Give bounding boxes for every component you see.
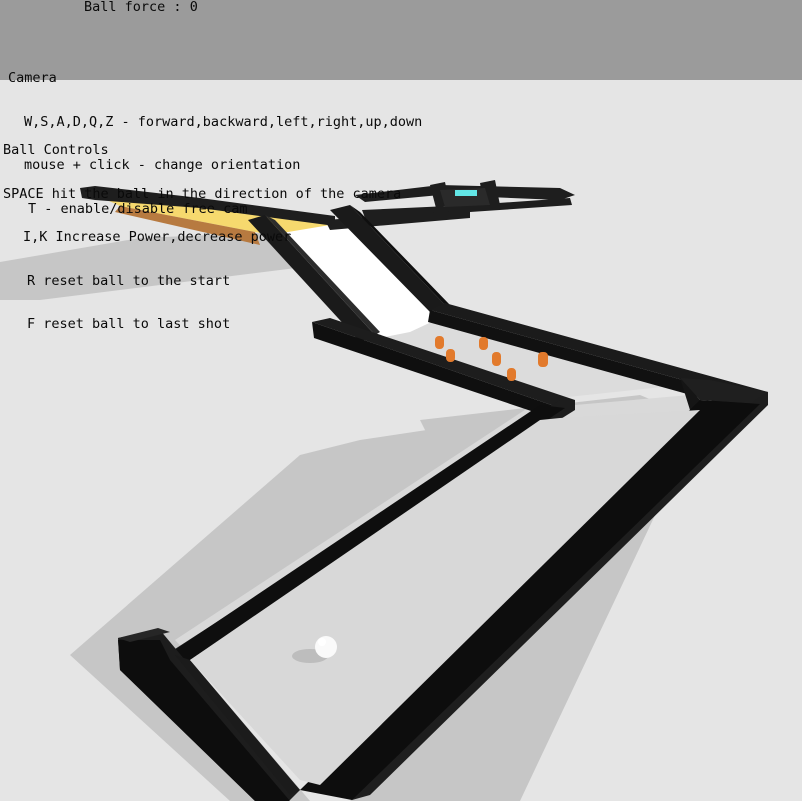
ball-force-readout: Ball force : 0 [84, 0, 198, 15]
ball-force-value: 0 [189, 0, 198, 15]
pin [435, 336, 444, 349]
ball-controls-heading: Ball Controls [3, 142, 109, 158]
pin [538, 352, 548, 367]
ball-controls-line-reset-start: R reset ball to the start [27, 272, 231, 289]
camera-heading: Camera [8, 70, 57, 86]
pin [446, 349, 455, 362]
ball-controls-help: Ball Controls SPACE hit the ball in the … [3, 114, 401, 361]
ball-force-label: Ball force [84, 0, 166, 15]
ball-force-separator: : [173, 0, 182, 15]
ball-controls-line-hit: SPACE hit the ball in the direction of t… [3, 185, 402, 202]
golf-ball-highlight [318, 638, 326, 646]
ball-controls-line-power: I,K Increase Power,decrease power [23, 229, 292, 245]
golf-ball[interactable] [315, 636, 337, 658]
ball-controls-line-reset-last: F reset ball to last shot [27, 316, 231, 332]
pin [492, 352, 501, 366]
pin [479, 337, 488, 350]
game-viewport[interactable]: Ball force : 0 Camera W,S,A,D,Q,Z - forw… [0, 0, 802, 801]
pin [507, 368, 516, 381]
